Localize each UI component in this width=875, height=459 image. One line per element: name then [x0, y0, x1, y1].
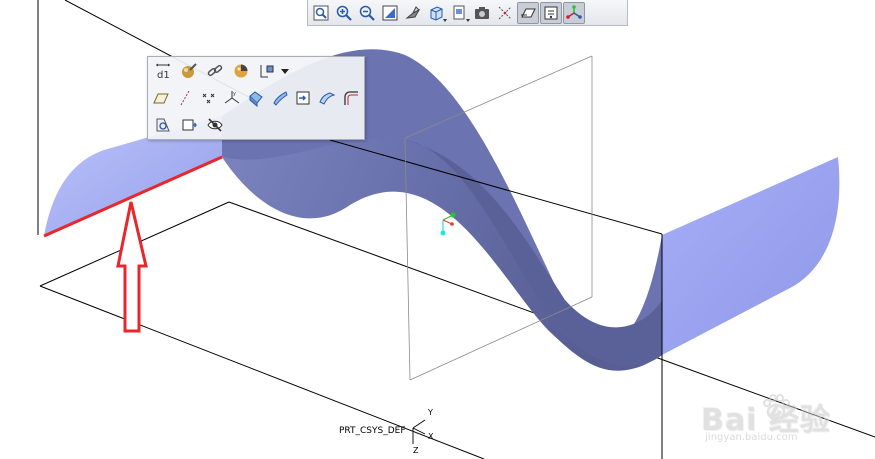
surface-right-face — [662, 157, 840, 355]
csys-display-icon[interactable] — [563, 1, 585, 24]
display-style-icon[interactable] — [425, 2, 447, 24]
center-triad — [440, 212, 456, 236]
csys-z-label: Z — [413, 446, 419, 455]
dimension-icon[interactable]: d1 — [151, 60, 174, 83]
extrude-icon[interactable] — [246, 87, 267, 110]
mini-toolbar: d1 y — [147, 56, 365, 140]
feature-icon[interactable] — [177, 114, 200, 137]
sketch-icon[interactable] — [255, 60, 278, 83]
mini-toolbar-row-3 — [151, 113, 361, 137]
surface-icon[interactable] — [317, 87, 338, 110]
csys-name-label: PRT_CSYS_DEF — [339, 426, 406, 436]
axis-icon[interactable] — [175, 87, 196, 110]
refit-icon[interactable] — [379, 2, 401, 24]
chevron-down-icon[interactable] — [281, 60, 289, 83]
svg-text:y: y — [233, 91, 236, 97]
datum-planes-icon[interactable] — [517, 1, 539, 24]
zoom-in-icon[interactable] — [333, 2, 355, 24]
reorient-icon[interactable] — [402, 2, 424, 24]
saved-views-icon[interactable] — [448, 2, 470, 24]
svg-text:d1: d1 — [157, 70, 170, 80]
insert-icon[interactable] — [293, 87, 314, 110]
chain-link-icon[interactable] — [203, 60, 226, 83]
section-view-icon[interactable] — [151, 114, 174, 137]
csys-icon[interactable]: y — [222, 87, 243, 110]
csys-y-label: Y — [428, 408, 433, 417]
mini-toolbar-row-2: y — [151, 86, 361, 110]
sweep-icon[interactable] — [269, 87, 290, 110]
mini-toolbar-row-1: d1 — [151, 59, 361, 83]
plane-icon[interactable] — [151, 87, 172, 110]
baidu-watermark: Bai 经验 jingyan.baidu.com — [701, 394, 831, 443]
point-icon[interactable] — [198, 87, 219, 110]
view-toolbar — [307, 0, 628, 26]
zoom-out-icon[interactable] — [356, 2, 378, 24]
pointer-arrow — [116, 201, 148, 333]
model-viewport[interactable] — [0, 0, 875, 459]
color-sphere-icon[interactable] — [229, 60, 252, 83]
round-icon[interactable] — [340, 87, 361, 110]
hide-icon[interactable] — [203, 114, 226, 137]
csys-x-label: X — [428, 432, 434, 441]
appearance-icon[interactable] — [177, 60, 200, 83]
datum-points-icon[interactable] — [540, 1, 562, 24]
datum-axes-icon[interactable] — [494, 2, 516, 24]
watermark-url: jingyan.baidu.com — [705, 432, 798, 443]
view-manager-icon[interactable] — [471, 2, 493, 24]
paw-icon — [763, 394, 791, 421]
zoom-window-icon[interactable] — [310, 2, 332, 24]
